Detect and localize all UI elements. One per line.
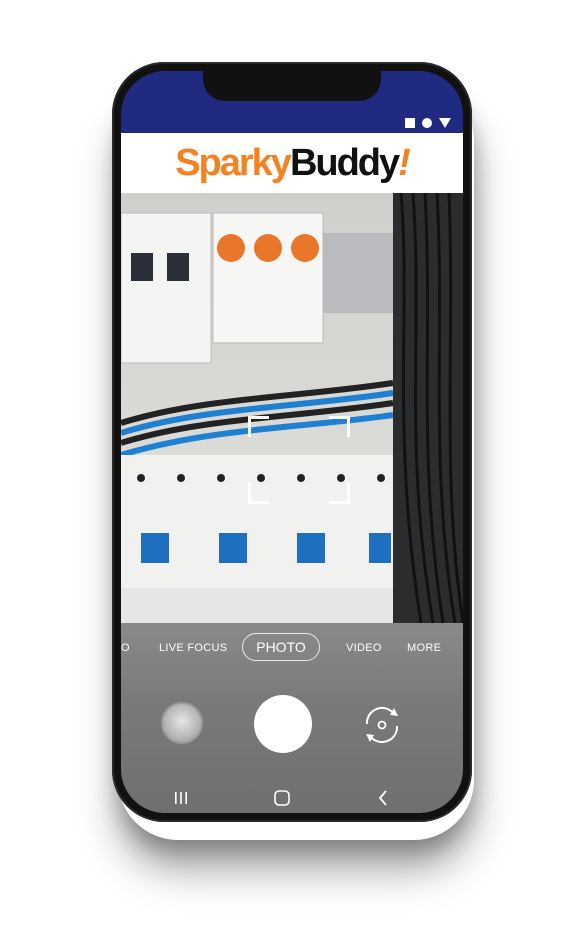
focus-corner-bottom-left: [248, 483, 269, 504]
mode-partial[interactable]: O: [121, 642, 130, 654]
home-icon[interactable]: [262, 783, 302, 813]
electrical-panel-image: [121, 193, 463, 623]
record-circle-icon: [422, 118, 432, 128]
camera-mode-selector: O LIVE FOCUS PHOTO VIDEO MORE: [121, 633, 463, 665]
camera-viewfinder[interactable]: [121, 193, 463, 623]
focus-corner-top-right: [329, 416, 350, 437]
mode-video[interactable]: VIDEO: [346, 642, 382, 654]
logo-sparky-text: Sparky: [175, 141, 292, 184]
camera-notch: [203, 71, 381, 101]
phone-frame: SparkyBuddy! O LIVE FOCUS PHOTO VIDEO MO…: [112, 62, 472, 822]
mode-live-focus[interactable]: LIVE FOCUS: [159, 642, 227, 654]
stop-square-icon: [405, 118, 415, 128]
focus-corner-top-left: [248, 416, 269, 437]
back-icon[interactable]: [363, 783, 403, 813]
status-icons: [405, 118, 451, 128]
phone-screen: SparkyBuddy! O LIVE FOCUS PHOTO VIDEO MO…: [121, 71, 463, 813]
focus-corner-bottom-right: [329, 483, 350, 504]
app-header: SparkyBuddy!: [121, 133, 463, 193]
mode-more[interactable]: MORE: [407, 642, 441, 654]
recent-apps-icon[interactable]: [161, 783, 201, 813]
status-bar: [121, 71, 463, 133]
gallery-thumbnail[interactable]: [161, 702, 203, 744]
mode-photo[interactable]: PHOTO: [242, 633, 320, 661]
switch-camera-icon[interactable]: [359, 702, 405, 748]
logo-bang-text: !: [398, 141, 411, 184]
system-navigation-bar: [121, 783, 463, 813]
focus-frame: [248, 416, 350, 504]
sparkybuddy-logo: SparkyBuddy!: [175, 141, 411, 185]
shutter-button[interactable]: [254, 695, 312, 753]
logo-buddy-text: Buddy: [289, 141, 400, 184]
camera-controls-panel: O LIVE FOCUS PHOTO VIDEO MORE: [121, 623, 463, 813]
signal-triangle-icon: [439, 118, 451, 128]
